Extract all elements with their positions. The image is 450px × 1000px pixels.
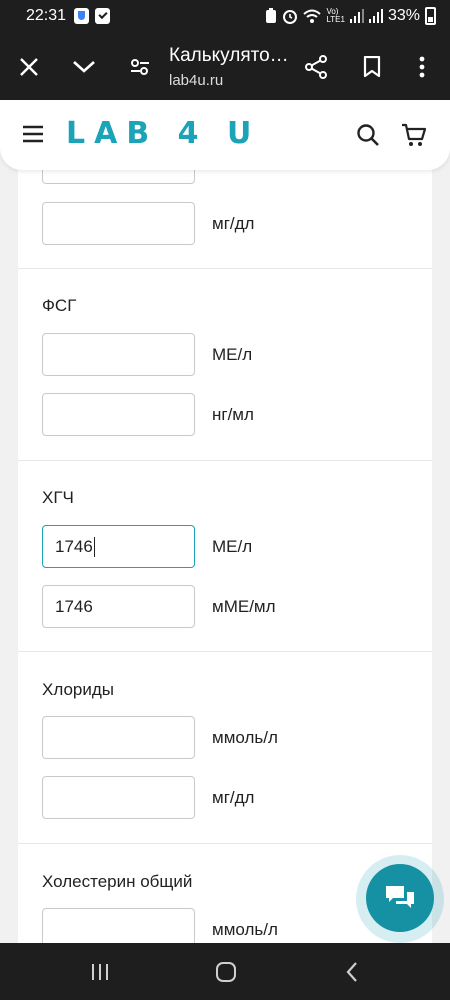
text-cursor (93, 536, 95, 557)
share-icon[interactable] (296, 34, 336, 100)
hcg-input-2[interactable]: 1746 (42, 585, 195, 628)
page-title[interactable]: Калькулято… (169, 45, 289, 67)
site-logo[interactable]: LAB 4 U (66, 116, 260, 151)
bookmark-icon[interactable] (352, 34, 392, 100)
cholesterol-unit-1: ммоль/л (212, 920, 278, 939)
hcg-value-2: 1746 (55, 596, 93, 616)
battery-icon (425, 7, 436, 25)
section-title-hcg: ХГЧ (42, 488, 74, 507)
signal-icon (349, 9, 364, 23)
wifi-icon (303, 9, 322, 23)
more-vert-icon[interactable] (402, 34, 442, 100)
fsg-unit-1: МЕ/л (212, 345, 253, 364)
partial-input-2[interactable] (42, 202, 195, 245)
search-icon[interactable] (356, 123, 380, 152)
status-bar: 22:31 Vo) LTE1 33% (0, 0, 450, 34)
section-divider (18, 268, 432, 269)
cart-icon[interactable] (401, 122, 427, 153)
close-icon[interactable] (9, 34, 49, 100)
home-icon[interactable] (196, 943, 256, 1000)
tune-icon[interactable] (120, 34, 160, 100)
section-divider (18, 651, 432, 652)
chat-icon (386, 886, 414, 908)
chlorides-unit-1: ммоль/л (212, 728, 278, 747)
check-notification-icon (95, 8, 110, 24)
hamburger-icon[interactable] (22, 125, 44, 148)
cholesterol-input-1[interactable] (42, 908, 195, 943)
back-icon[interactable] (322, 943, 382, 1000)
chlorides-unit-2: мг/дл (212, 788, 255, 807)
chat-button[interactable] (366, 864, 434, 932)
battery-saver-icon (266, 8, 277, 23)
chevron-down-icon[interactable] (64, 34, 104, 100)
status-time: 22:31 (26, 7, 67, 24)
signal-icon-2 (368, 9, 383, 23)
alarm-icon (283, 10, 298, 24)
fsg-input-1[interactable] (42, 333, 195, 376)
section-divider (18, 460, 432, 461)
page-content: мг/дл ФСГ МЕ/л нг/мл ХГЧ 1746 МЕ/л 1746 … (0, 100, 450, 943)
system-nav-bar (0, 943, 450, 1000)
section-divider (18, 843, 432, 844)
volte-label: Vo) LTE1 (326, 7, 345, 24)
hcg-unit-2: мМЕ/мл (212, 597, 276, 616)
recent-apps-icon[interactable] (70, 943, 130, 1000)
section-title-cholesterol: Холестерин общий (42, 872, 193, 891)
chlorides-input-1[interactable] (42, 716, 195, 759)
section-title-fsg: ФСГ (42, 296, 77, 315)
partial-unit: мг/дл (212, 214, 255, 233)
shield-notification-icon (74, 8, 89, 24)
hcg-value-1: 1746 (55, 536, 93, 556)
chlorides-input-2[interactable] (42, 776, 195, 819)
hcg-unit-1: МЕ/л (212, 537, 253, 556)
browser-toolbar: Калькулято… lab4u.ru (0, 34, 450, 100)
fsg-unit-2: нг/мл (212, 405, 254, 424)
page-url[interactable]: lab4u.ru (169, 72, 223, 89)
hcg-input-1[interactable]: 1746 (42, 525, 195, 568)
section-title-chlorides: Хлориды (42, 680, 114, 699)
fsg-input-2[interactable] (42, 393, 195, 436)
battery-percent: 33% (387, 7, 420, 24)
site-header: LAB 4 U (0, 100, 450, 170)
